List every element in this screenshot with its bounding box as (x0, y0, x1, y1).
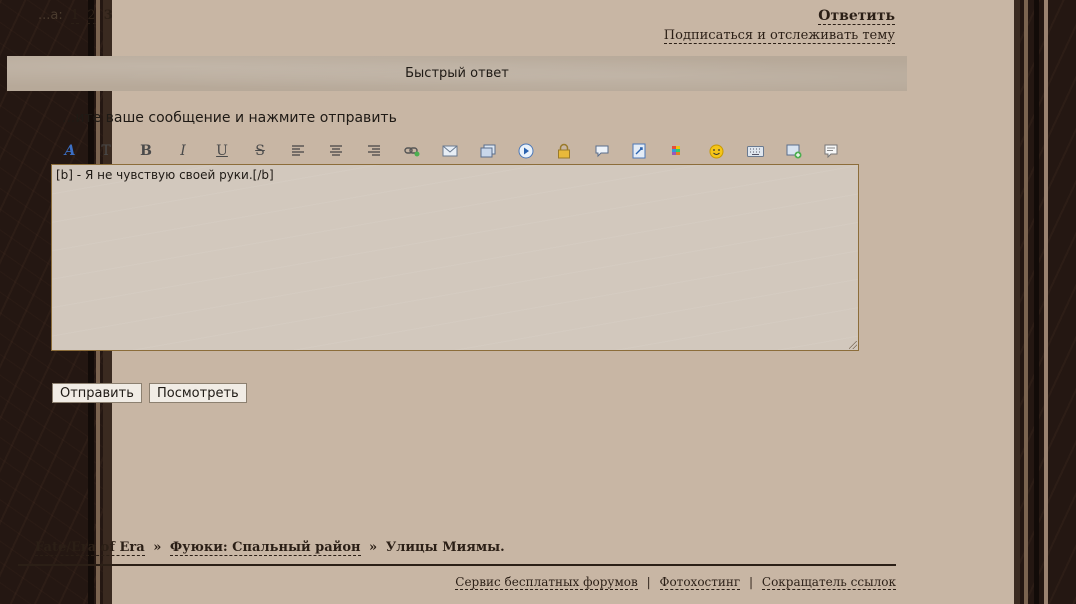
footer-link-photohosting[interactable]: Фотохостинг (659, 575, 741, 590)
pagination-label: ...а: (38, 8, 63, 23)
strikethrough-icon[interactable]: S (250, 142, 270, 160)
quote-icon[interactable] (592, 142, 612, 160)
hide-icon[interactable] (554, 142, 574, 160)
note-icon[interactable] (821, 142, 841, 160)
footer-divider (18, 564, 896, 566)
submit-button[interactable]: Отправить (52, 383, 142, 403)
breadcrumb-separator: » (369, 540, 378, 555)
instruction-text: ...ите ваше сообщение и нажмите отправит… (62, 110, 397, 126)
align-right-icon[interactable] (364, 142, 384, 160)
align-left-icon[interactable] (288, 142, 308, 160)
preview-button[interactable]: Посмотреть (149, 383, 247, 403)
breadcrumb-current: Улицы Миямы. (385, 540, 505, 555)
keyboard-icon[interactable] (745, 142, 765, 160)
footer-link-url-shortener[interactable]: Сокращатель ссылок (761, 575, 896, 590)
footer-separator: | (749, 575, 754, 589)
link-icon[interactable] (402, 142, 422, 160)
underline-icon[interactable]: U (212, 142, 232, 160)
background-stripe (1014, 0, 1020, 604)
page-link-1[interactable]: 1 (70, 8, 80, 24)
italic-icon[interactable]: I (173, 142, 193, 160)
smiley-icon[interactable] (706, 142, 726, 160)
quick-reply-header: Быстрый ответ (7, 56, 907, 91)
breadcrumb-separator: » (153, 540, 162, 555)
video-icon[interactable] (516, 142, 536, 160)
subscribe-link[interactable]: Подписаться и отслеживать тему (663, 28, 895, 44)
spoiler-icon[interactable] (629, 142, 649, 160)
current-page: 3 (103, 8, 113, 23)
breadcrumb: Fate/Era of Era » Фуюки: Спальный район … (35, 540, 505, 556)
footer-separator: | (646, 575, 651, 589)
image-icon[interactable] (478, 142, 498, 160)
page-link-2[interactable]: 2 (87, 8, 96, 24)
background-stripe (1024, 0, 1028, 604)
bold-icon[interactable]: B (136, 142, 156, 160)
reply-link[interactable]: Ответить (818, 8, 895, 25)
footer-link-forum-service[interactable]: Сервис бесплатных форумов (455, 575, 638, 590)
upload-icon[interactable] (784, 142, 804, 160)
footer-links: Сервис бесплатных форумов | Фотохостинг … (455, 575, 896, 590)
color-icon[interactable] (668, 142, 688, 160)
message-editor (51, 164, 859, 351)
font-icon[interactable]: A (60, 142, 80, 160)
align-center-icon[interactable] (326, 142, 346, 160)
resize-handle[interactable] (849, 341, 857, 349)
background-stripe (1044, 0, 1048, 604)
breadcrumb-link-forum[interactable]: Fate/Era of Era (35, 540, 145, 556)
pagination: ...а: 1 2 3 (38, 8, 113, 24)
breadcrumb-link-section[interactable]: Фуюки: Спальный район (169, 540, 361, 556)
message-textarea[interactable] (52, 165, 858, 350)
editor-toolbar: A T B I U S (58, 142, 848, 160)
text-size-icon[interactable]: T (96, 142, 116, 160)
quick-reply-title: Быстрый ответ (405, 66, 509, 81)
background-stripe (1034, 0, 1039, 604)
email-icon[interactable] (440, 142, 460, 160)
